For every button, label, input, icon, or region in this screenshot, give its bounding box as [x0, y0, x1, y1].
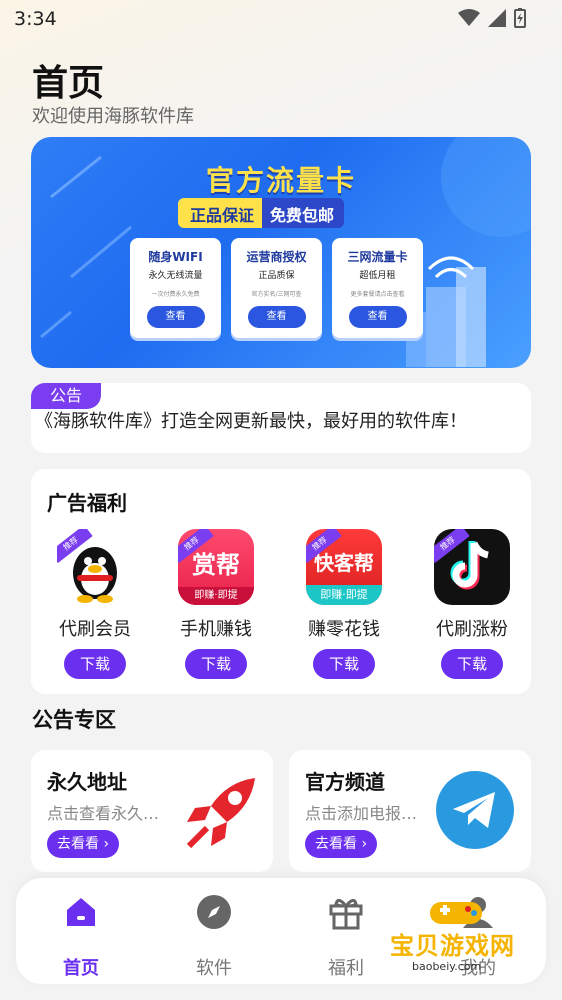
status-time: 3:34 [14, 8, 57, 30]
ad-item[interactable]: 推荐 代刷涨粉 下载 [408, 529, 536, 679]
plan-card-operator[interactable]: 运营商授权 正品质保 官方实名/三网可查 查看 [231, 238, 322, 338]
plan-view-button[interactable]: 查看 [247, 306, 306, 328]
qq-penguin-icon: 推荐 [57, 529, 133, 605]
section-title: 公告专区 [32, 708, 116, 732]
status-icons [458, 8, 526, 28]
go-see-label: 去看看 [315, 836, 357, 852]
tab-label: 首页 [63, 958, 99, 979]
plan-note: 更多套餐请点击查看 [350, 291, 405, 298]
ad-item[interactable]: 推荐 代刷会员 下载 [31, 529, 159, 679]
app-icon-sublabel: 即赚·即提 [178, 587, 254, 605]
ad-item[interactable]: 快客帮 即赚·即提 推荐 赚零花钱 下载 [280, 529, 408, 679]
plan-sub: 永久无线流量 [148, 271, 203, 281]
compass-icon [197, 895, 231, 929]
promo-desc: 点击查看永久地址 [47, 804, 165, 823]
notice-bar[interactable]: 公告 《海豚软件库》打造全网更新最快，最好用的软件库！ [31, 383, 531, 453]
download-button[interactable]: 下载 [185, 649, 247, 679]
battery-icon [514, 8, 526, 28]
chevron-right-icon: › [103, 836, 110, 852]
telegram-icon [436, 771, 514, 849]
plan-name: 三网流量卡 [347, 250, 408, 264]
signal-icon [488, 9, 506, 27]
promo-desc: 点击添加电报频道 [305, 804, 423, 823]
banner-title: 官方流量卡 [205, 164, 356, 197]
tiktok-icon: 推荐 [434, 529, 510, 605]
status-bar: 3:34 [0, 0, 562, 40]
plan-sub: 超低月租 [359, 271, 396, 281]
wifi-icon [458, 9, 480, 26]
banner-badge-right: 免费包邮 [262, 198, 345, 228]
banner-badge: 正品保证 免费包邮 [178, 198, 345, 228]
app-name: 代刷会员 [59, 619, 131, 640]
go-see-label: 去看看 [57, 836, 99, 852]
app-icon-sublabel: 即赚·即提 [306, 585, 382, 605]
plan-name: 随身WIFI [148, 250, 203, 264]
plan-card-data[interactable]: 三网流量卡 超低月租 更多套餐请点击查看 查看 [332, 238, 423, 338]
promo-card-channel[interactable]: 官方频道 点击添加电报频道 去看看 › [289, 750, 531, 872]
watermark-url: baobeiy.com [412, 960, 482, 973]
plan-name: 运营商授权 [246, 250, 307, 264]
tab-home[interactable]: 首页 [31, 892, 131, 980]
tab-software[interactable]: 软件 [164, 892, 264, 980]
tab-welfare[interactable]: 福利 [296, 892, 396, 980]
app-name: 手机赚钱 [180, 619, 252, 640]
plan-note: 官方实名/三网可查 [251, 291, 302, 298]
download-button[interactable]: 下载 [441, 649, 503, 679]
gift-icon [329, 899, 363, 930]
notice-tag: 公告 [31, 383, 101, 409]
banner-badge-left: 正品保证 [178, 198, 263, 228]
tab-label: 福利 [328, 958, 364, 979]
go-see-button[interactable]: 去看看 › [47, 830, 120, 858]
ad-section: 广告福利 推荐 代刷会员 下载 赏帮 即赚·即提 推荐 手机赚钱 下载 快客帮 [31, 469, 531, 694]
ad-item[interactable]: 赏帮 即赚·即提 推荐 手机赚钱 下载 [152, 529, 280, 679]
promo-title: 官方频道 [305, 770, 385, 794]
home-icon [67, 898, 95, 926]
plan-view-button[interactable]: 查看 [146, 306, 205, 328]
plan-card-wifi[interactable]: 随身WIFI 永久无线流量 一次付费永久免费 查看 [130, 238, 221, 338]
plan-view-button[interactable]: 查看 [348, 306, 407, 328]
kuaikebang-icon: 快客帮 即赚·即提 推荐 [306, 529, 382, 605]
ad-section-title: 广告福利 [47, 491, 127, 515]
chevron-right-icon: › [361, 836, 368, 852]
plan-note: 一次付费永久免费 [151, 291, 200, 298]
go-see-button[interactable]: 去看看 › [305, 830, 378, 858]
app-name: 代刷涨粉 [436, 619, 508, 640]
promo-card-address[interactable]: 永久地址 点击查看永久地址 去看看 › [31, 750, 273, 872]
promo-title: 永久地址 [47, 770, 127, 794]
promo-banner[interactable]: 官方流量卡 正品保证 免费包邮 随身WIFI 永久无线流量 一次付费永久免费 查… [31, 137, 531, 368]
zhuanbang-icon: 赏帮 即赚·即提 推荐 [178, 529, 254, 605]
gamepad-icon [430, 902, 482, 924]
plan-sub: 正品质保 [258, 271, 295, 281]
tab-label: 软件 [196, 958, 232, 979]
download-button[interactable]: 下载 [313, 649, 375, 679]
rocket-icon [186, 778, 255, 849]
download-button[interactable]: 下载 [64, 649, 126, 679]
watermark-logo: 宝贝游戏网 baobeiy.com [384, 890, 534, 980]
page-subtitle: 欢迎使用海豚软件库 [32, 106, 194, 127]
notice-text: 《海豚软件库》打造全网更新最快，最好用的软件库！ [35, 411, 467, 432]
page-title: 首页 [32, 63, 105, 104]
watermark-text: 宝贝游戏网 [390, 932, 515, 960]
app-name: 赚零花钱 [308, 619, 380, 640]
